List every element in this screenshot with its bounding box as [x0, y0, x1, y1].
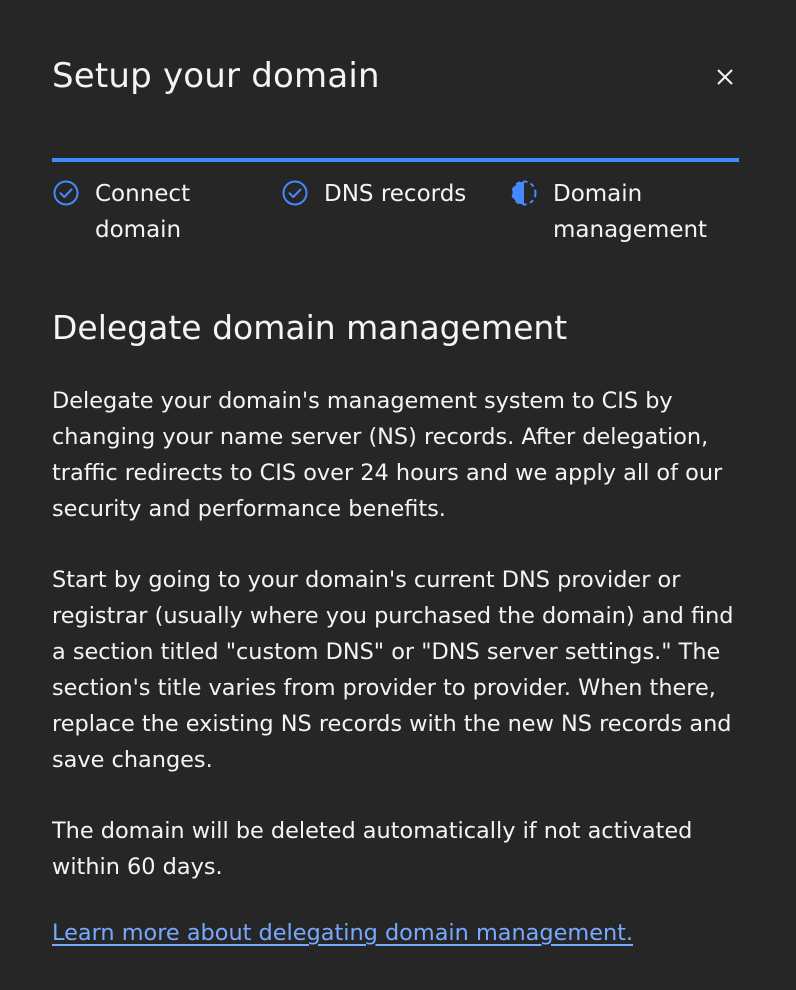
- step-label: Domain management: [553, 181, 708, 243]
- step-label: Connect domain: [95, 181, 191, 243]
- instructions-paragraph: Start by going to your domain's current …: [52, 567, 734, 773]
- section-heading: Delegate domain management: [52, 308, 568, 347]
- expiry-note-paragraph: The domain will be deleted automatically…: [52, 818, 693, 880]
- description-paragraph: Delegate your domain's management system…: [52, 388, 723, 522]
- step-label: DNS records: [324, 181, 467, 207]
- progress-step-connect-domain[interactable]: Connect domain: [52, 176, 245, 248]
- checkmark-outline-icon: [282, 180, 308, 206]
- modal-title: Setup your domain: [52, 56, 380, 96]
- checkmark-outline-icon: [53, 180, 79, 206]
- progress-step-dns-records[interactable]: DNS records: [281, 176, 499, 212]
- setup-domain-modal: Setup your domain Connect domain DNS rec…: [0, 0, 796, 990]
- learn-more-link[interactable]: Learn more about delegating domain manag…: [52, 915, 633, 951]
- progress-step-domain-management: Domain management: [510, 176, 743, 248]
- progress-bar: [52, 158, 739, 162]
- close-button[interactable]: [706, 58, 744, 96]
- incomplete-half-circle-icon: [511, 180, 537, 206]
- close-icon: [717, 69, 733, 85]
